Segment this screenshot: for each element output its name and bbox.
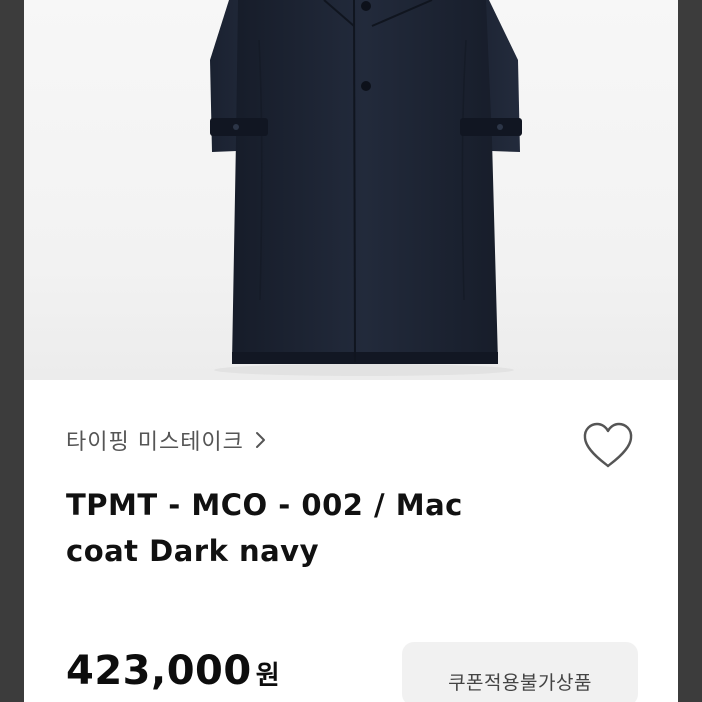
wishlist-button[interactable] bbox=[580, 420, 636, 472]
chevron-right-icon bbox=[255, 432, 265, 448]
heart-outline-icon bbox=[583, 422, 633, 468]
coupon-status-label: 쿠폰적용불가상품 bbox=[448, 672, 592, 694]
product-title: TPMT - MCO - 002 / Mac coat Dark navy bbox=[66, 488, 463, 568]
price-unit: 원 bbox=[255, 661, 280, 691]
device-frame: 타이핑 미스테이크 TPMT - MCO - 002 / Mac coat Da… bbox=[0, 0, 702, 702]
brand-link[interactable]: 타이핑 미스테이크 bbox=[66, 424, 270, 456]
price-value: 423,000 bbox=[66, 648, 252, 694]
price: 423,000 원 bbox=[66, 648, 280, 694]
brand-name: 타이핑 미스테이크 bbox=[66, 430, 244, 455]
product-detail-screen: 타이핑 미스테이크 TPMT - MCO - 002 / Mac coat Da… bbox=[24, 0, 678, 702]
product-info-panel: 타이핑 미스테이크 TPMT - MCO - 002 / Mac coat Da… bbox=[24, 380, 678, 702]
product-image[interactable] bbox=[24, 0, 678, 380]
coat-illustration bbox=[210, 0, 522, 376]
coupon-status-badge: 쿠폰적용불가상품 bbox=[402, 642, 638, 702]
